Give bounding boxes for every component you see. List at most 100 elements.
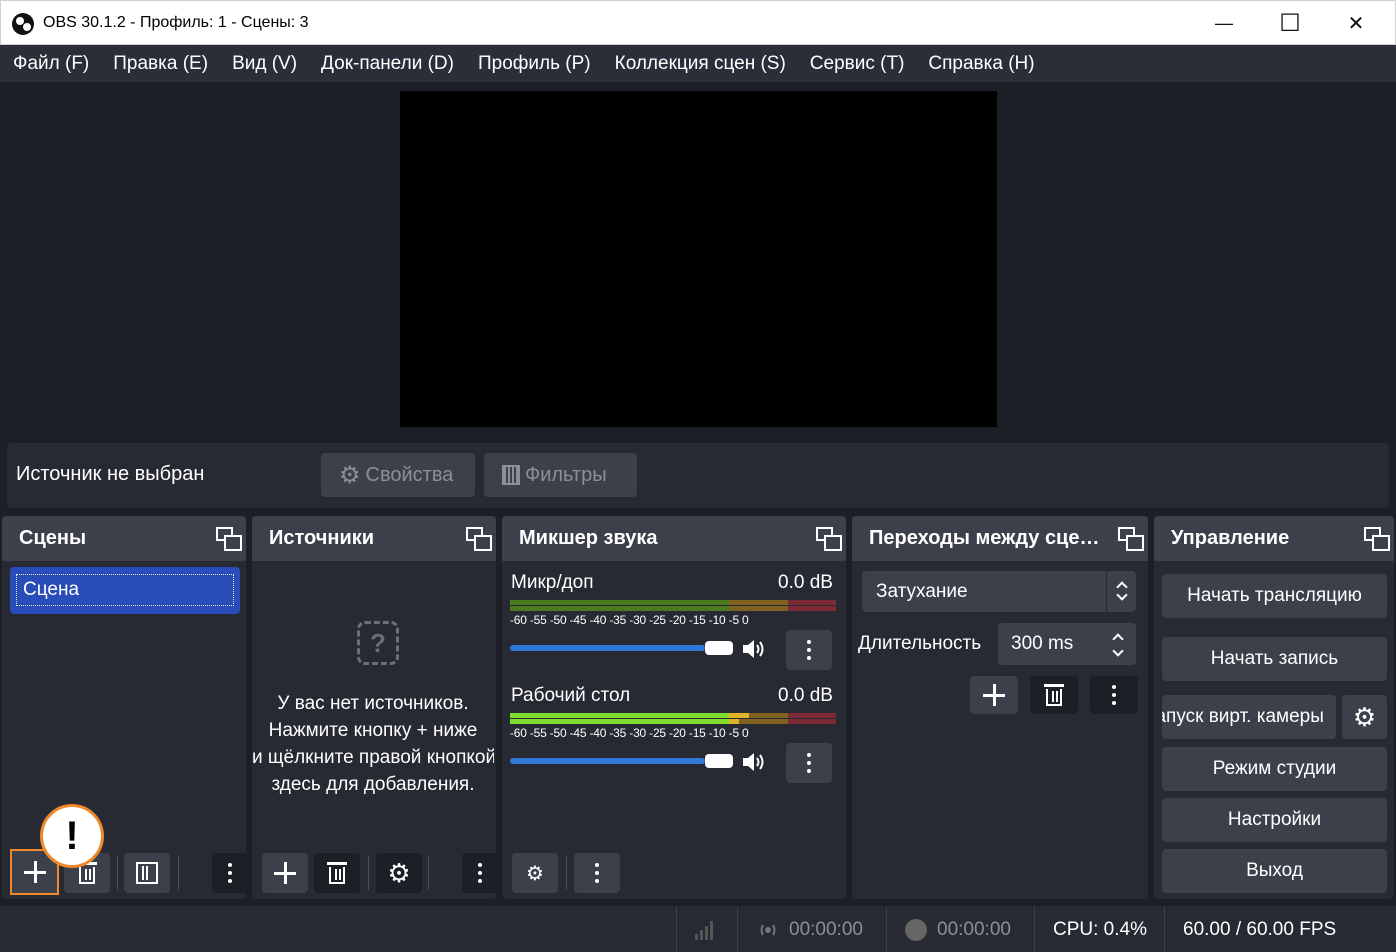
settings-button[interactable]: Настройки bbox=[1162, 798, 1387, 842]
minimize-button[interactable]: — bbox=[1191, 1, 1257, 46]
volume-meter bbox=[510, 713, 836, 724]
studio-mode-button[interactable]: Режим студии bbox=[1162, 747, 1387, 791]
mixer-menu-button[interactable] bbox=[574, 853, 620, 893]
stream-time: 00:00:00 bbox=[789, 919, 863, 940]
toolbar-separator bbox=[117, 856, 118, 890]
controls-title: Управление bbox=[1171, 527, 1290, 549]
fps-counter: 60.00 / 60.00 FPS bbox=[1183, 919, 1337, 940]
volume-slider-handle[interactable] bbox=[705, 754, 733, 768]
mixer-channel-name: Микр/доп bbox=[511, 572, 594, 593]
duration-spinbox[interactable]: 300 ms bbox=[998, 623, 1136, 665]
menu-scene-collection[interactable]: Коллекция сцен (S) bbox=[603, 45, 798, 82]
maximize-button[interactable]: ☐ bbox=[1257, 1, 1323, 46]
properties-button[interactable]: ⚙ Свойства bbox=[321, 453, 475, 497]
start-streaming-button[interactable]: Начать трансляцию bbox=[1162, 574, 1387, 618]
add-source-button[interactable] bbox=[262, 853, 308, 893]
status-bar: 00:00:00 00:00:00 CPU: 0.4% 60.00 / 60.0… bbox=[0, 906, 1396, 952]
mixer-title: Микшер звука bbox=[519, 527, 658, 549]
menu-help[interactable]: Справка (H) bbox=[916, 45, 1046, 82]
scenes-dock: Сцены Сцена bbox=[2, 516, 246, 899]
source-properties-button[interactable]: ⚙ bbox=[376, 853, 422, 893]
advanced-audio-button[interactable]: ⚙ bbox=[512, 853, 558, 893]
status-separator bbox=[737, 906, 738, 952]
menu-docks[interactable]: Док-панели (D) bbox=[309, 45, 466, 82]
start-virtual-camera-button[interactable]: Запуск вирт. камеры bbox=[1162, 695, 1336, 739]
context-bar: Источник не выбран ⚙ Свойства Фильтры bbox=[7, 443, 1389, 508]
toolbar-separator bbox=[428, 856, 429, 890]
sources-menu-button[interactable] bbox=[462, 853, 496, 893]
virtual-camera-settings-button[interactable]: ⚙ bbox=[1342, 695, 1387, 739]
close-button[interactable]: ✕ bbox=[1323, 1, 1389, 46]
scenes-dock-header: Сцены bbox=[2, 516, 246, 561]
transition-menu-button[interactable] bbox=[1090, 676, 1138, 714]
remove-source-button[interactable] bbox=[314, 853, 360, 893]
kebab-icon bbox=[595, 871, 599, 875]
speaker-icon[interactable] bbox=[740, 749, 766, 775]
menu-edit[interactable]: Правка (E) bbox=[101, 45, 220, 82]
gears-icon: ⚙ bbox=[526, 862, 544, 885]
toolbar-separator bbox=[566, 856, 567, 890]
volume-slider[interactable] bbox=[510, 758, 705, 764]
meter-scale: -60 -55 -50 -45 -40 -35 -30 -25 -20 -15 … bbox=[510, 613, 749, 627]
mixer-channel-menu-button[interactable] bbox=[786, 630, 832, 670]
scene-filters-button[interactable] bbox=[124, 853, 170, 893]
volume-meter bbox=[510, 600, 836, 611]
menu-view[interactable]: Вид (V) bbox=[220, 45, 309, 82]
duration-label: Длительность bbox=[858, 633, 982, 654]
virtual-camera-label: Запуск вирт. камеры bbox=[1162, 706, 1324, 727]
volume-slider-handle[interactable] bbox=[705, 641, 733, 655]
undock-icon[interactable] bbox=[466, 527, 492, 551]
no-source-label: Источник не выбран bbox=[16, 463, 205, 485]
menu-file[interactable]: Файл (F) bbox=[1, 45, 101, 82]
spin-down-icon[interactable] bbox=[1112, 645, 1124, 657]
transitions-dock-header: Переходы между сценами bbox=[852, 516, 1148, 561]
transition-selected: Затухание bbox=[876, 581, 968, 602]
undock-icon[interactable] bbox=[1118, 527, 1144, 551]
toolbar-separator bbox=[368, 856, 369, 890]
speaker-icon[interactable] bbox=[740, 636, 766, 662]
transition-select[interactable]: Затухание bbox=[862, 571, 1136, 612]
scene-name: Сцена bbox=[16, 574, 234, 606]
scenes-menu-button[interactable] bbox=[212, 853, 246, 893]
plus-icon bbox=[274, 862, 296, 884]
toolbar-separator bbox=[178, 856, 179, 890]
preview-canvas[interactable] bbox=[400, 91, 997, 427]
kebab-icon bbox=[1112, 693, 1116, 697]
trash-icon bbox=[327, 862, 347, 884]
maximize-icon: ☐ bbox=[1279, 10, 1301, 37]
record-time: 00:00:00 bbox=[937, 919, 1011, 940]
undock-icon[interactable] bbox=[216, 527, 242, 551]
sources-empty-message: У вас нет источников. Нажмите кнопку + н… bbox=[252, 690, 494, 798]
filter-icon bbox=[136, 862, 158, 884]
updown-arrows-icon bbox=[1106, 571, 1136, 612]
start-recording-button[interactable]: Начать запись bbox=[1162, 637, 1387, 681]
empty-line-2: Нажмите кнопку + ниже bbox=[268, 720, 478, 741]
mixer-channel-menu-button[interactable] bbox=[786, 743, 832, 783]
empty-line-1: У вас нет источников. bbox=[277, 693, 469, 714]
mixer-dock-header: Микшер звука bbox=[502, 516, 846, 561]
trash-icon bbox=[1044, 684, 1064, 706]
signal-strength-icon bbox=[695, 921, 713, 940]
status-separator bbox=[1034, 906, 1035, 952]
scene-list-item[interactable]: Сцена bbox=[10, 567, 240, 614]
controls-dock: Управление Начать трансляцию Начать запи… bbox=[1154, 516, 1394, 899]
duration-value: 300 ms bbox=[1011, 633, 1074, 654]
gear-icon: ⚙ bbox=[387, 857, 411, 888]
transitions-dock: Переходы между сценами Затухание Длитель… bbox=[852, 516, 1148, 899]
spin-up-icon[interactable] bbox=[1112, 633, 1124, 645]
menu-profile[interactable]: Профиль (P) bbox=[466, 45, 603, 82]
undock-icon[interactable] bbox=[816, 527, 842, 551]
filters-label: Фильтры bbox=[525, 463, 607, 486]
sources-dock-header: Источники bbox=[252, 516, 496, 561]
kebab-icon bbox=[228, 871, 232, 875]
title-bar: OBS 30.1.2 - Профиль: 1 - Сцены: 3 — ☐ ✕ bbox=[0, 0, 1396, 45]
empty-line-4: здесь для добавления. bbox=[271, 774, 475, 795]
window-title: OBS 30.1.2 - Профиль: 1 - Сцены: 3 bbox=[43, 14, 309, 31]
undock-icon[interactable] bbox=[1364, 527, 1390, 551]
menu-tools[interactable]: Сервис (T) bbox=[798, 45, 917, 82]
remove-transition-button[interactable] bbox=[1030, 676, 1078, 714]
add-transition-button[interactable] bbox=[970, 676, 1018, 714]
filters-button[interactable]: Фильтры bbox=[484, 453, 637, 497]
exit-button[interactable]: Выход bbox=[1162, 849, 1387, 893]
volume-slider[interactable] bbox=[510, 645, 705, 651]
